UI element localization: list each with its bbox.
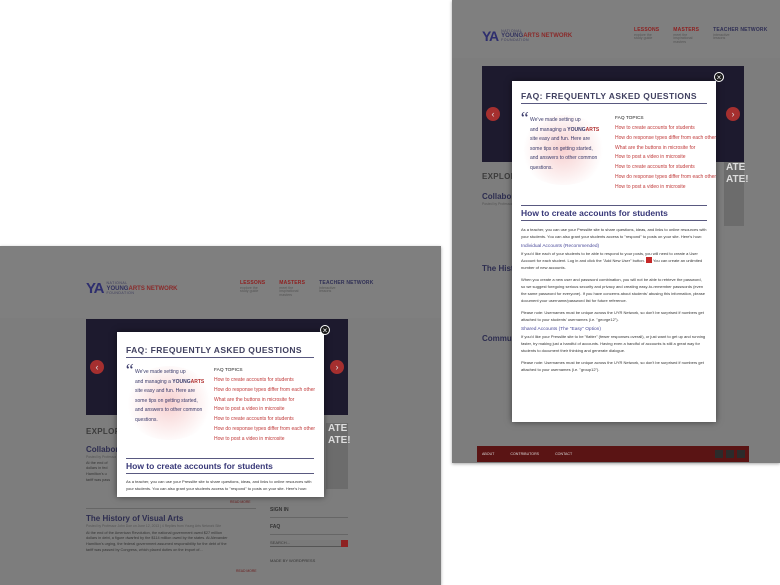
logo-foundation: FOUNDATION [501, 38, 530, 42]
site-header: YA NATIONAL YOUNGARTS NETWORK FOUNDATION… [452, 0, 780, 58]
nav-teacher-network[interactable]: TEACHER NETWORK interactive lessons [319, 280, 373, 298]
hero-next-arrow[interactable]: › [726, 107, 740, 121]
faq-topics: FAQ TOPICS How to create accounts for st… [214, 368, 320, 445]
faq-topic-link[interactable]: How do response types differ from each o… [214, 386, 320, 396]
answer-paragraph: If you'd like each of your students to b… [521, 251, 703, 270]
sign-in-link[interactable]: SIGN IN [270, 507, 289, 513]
faq-answer: How to create accounts for students As a… [521, 205, 707, 373]
faq-topic-link[interactable]: How to create accounts for students [214, 415, 320, 425]
read-more-link[interactable]: READ MORE [230, 500, 251, 504]
side-promo[interactable]: ATE ATE! [724, 162, 749, 226]
faq-topic-link[interactable]: How to post a video in microsite [214, 405, 320, 415]
faq-answer: How to create accounts for students As a… [126, 458, 314, 492]
nav-masters[interactable]: MASTERS meet the inspirational masters [673, 27, 699, 45]
faq-topic-link[interactable]: How to post a video in microsite [615, 183, 713, 193]
article-divider [86, 508, 256, 509]
site-logo[interactable]: YA NATIONAL YOUNGARTS NETWORK FOUNDATION [86, 280, 177, 297]
footer-contact-link[interactable]: CONTACT [555, 452, 572, 456]
quote-mark-icon: “ [519, 108, 530, 128]
faq-topic-link[interactable]: How to create accounts for students [214, 376, 320, 386]
faq-topic-link[interactable]: How to post a video in microsite [615, 153, 713, 163]
close-icon[interactable]: × [320, 325, 330, 335]
twitter-icon[interactable] [726, 450, 734, 458]
article-title[interactable]: The History of Visual Arts [86, 514, 258, 524]
answer-subheading: Shared Accounts (The "Easy" Option) [521, 327, 601, 332]
site-header: YA NATIONAL YOUNGARTS NETWORK FOUNDATION… [0, 246, 441, 318]
site-logo[interactable]: YA NATIONAL YOUNGARTS NETWORK FOUNDATION [482, 28, 572, 44]
faq-topic-link[interactable]: How do response types differ from each o… [615, 134, 716, 144]
nav-masters[interactable]: MASTERS meet the inspirational masters [279, 280, 305, 298]
side-promo[interactable]: ATE ATE! [326, 423, 351, 489]
top-nav: LESSONS explore the study guide MASTERS me… [620, 27, 768, 45]
faq-topic-link[interactable]: How to create accounts for students [615, 163, 713, 173]
logo-foundation: FOUNDATION [106, 290, 135, 295]
faq-intro: “ We've made setting up and managing a Y… [519, 108, 600, 171]
facebook-icon[interactable] [715, 450, 723, 458]
faq-modal: FAQ: FREQUENTLY ASKED QUESTIONS “ We've … [512, 81, 716, 422]
footer-contributors-link[interactable]: CONTRIBUTORS [510, 452, 539, 456]
screenshot-modal-scrolled: YA NATIONAL YOUNGARTS NETWORK FOUNDATION… [452, 0, 780, 463]
hero-next-arrow[interactable]: › [330, 360, 344, 374]
faq-heading-rule [521, 103, 707, 104]
logo-mark: YA [482, 28, 499, 44]
faq-heading: FAQ: FREQUENTLY ASKED QUESTIONS [126, 345, 302, 355]
nav-teacher-network[interactable]: TEACHER NETWORK interactive lessons [713, 27, 767, 45]
answer-paragraph: Please note: Usernames must be unique ac… [521, 360, 704, 372]
made-by-text: MADE BY WORDPRESS [270, 558, 316, 563]
faq-heading-rule [126, 357, 314, 358]
answer-paragraph: If you'd like your Presslite site to be … [521, 334, 706, 353]
youtube-icon[interactable] [737, 450, 745, 458]
close-icon[interactable]: × [714, 72, 724, 82]
answer-title: How to create accounts for students [521, 208, 668, 218]
answer-paragraph: Please note: Usernames must be unique ac… [521, 310, 704, 322]
article-1: Collabor Posted by Professor John Doe on… [86, 445, 119, 482]
screenshot-modal-initial: YA NATIONAL YOUNGARTS NETWORK FOUNDATION… [0, 246, 441, 585]
faq-topic-link[interactable]: How to post a video in microsite [214, 435, 320, 445]
quote-mark-icon: “ [124, 360, 135, 380]
sidebar-search-input[interactable]: SEARCH... [270, 540, 348, 547]
search-submit-icon[interactable] [341, 540, 348, 547]
faq-intro: “ We've made setting up and managing a Y… [124, 360, 205, 423]
answer-intro: As a teacher, you can use your Presslite… [521, 227, 707, 239]
faq-topics: FAQ TOPICS How to create accounts for st… [615, 116, 716, 193]
article-title[interactable]: Collabor [86, 445, 118, 455]
faq-link[interactable]: FAQ [270, 524, 280, 530]
answer-subheading: Individual Accounts (Recommended) [521, 244, 600, 249]
faq-modal: FAQ: FREQUENTLY ASKED QUESTIONS “ We've … [117, 332, 324, 497]
faq-topic-link[interactable]: What are the buttons in microsite for [615, 144, 713, 154]
hero-prev-arrow[interactable]: ‹ [486, 107, 500, 121]
footer-about-link[interactable]: ABOUT [482, 452, 494, 456]
answer-title: How to create accounts for students [126, 461, 273, 471]
hero-prev-arrow[interactable]: ‹ [90, 360, 104, 374]
faq-heading: FAQ: FREQUENTLY ASKED QUESTIONS [521, 91, 697, 101]
faq-topic-link[interactable]: How to create accounts for students [615, 124, 713, 134]
top-nav: LESSONS explore the study guide MASTERS me… [226, 280, 374, 298]
faq-topic-link[interactable]: What are the buttons in microsite for [214, 396, 320, 406]
read-more-link[interactable]: READ MORE [236, 569, 257, 573]
social-icons [712, 450, 745, 458]
logo-mark: YA [86, 280, 104, 297]
article-2: The History of Visual Arts Posted by Pro… [86, 514, 258, 553]
add-user-icon [645, 257, 652, 263]
faq-topic-link[interactable]: How do response types differ from each o… [615, 173, 716, 183]
nav-lessons[interactable]: LESSONS explore the study guide [634, 27, 659, 45]
site-footer: ABOUT CONTRIBUTORS CONTACT [477, 446, 749, 462]
answer-intro: As a teacher, you can use your Presslite… [126, 479, 312, 491]
faq-topic-link[interactable]: How do response types differ from each o… [214, 425, 320, 435]
answer-paragraph: When you create a new user and password … [521, 277, 705, 303]
nav-lessons[interactable]: LESSONS explore the study guide [240, 280, 265, 298]
